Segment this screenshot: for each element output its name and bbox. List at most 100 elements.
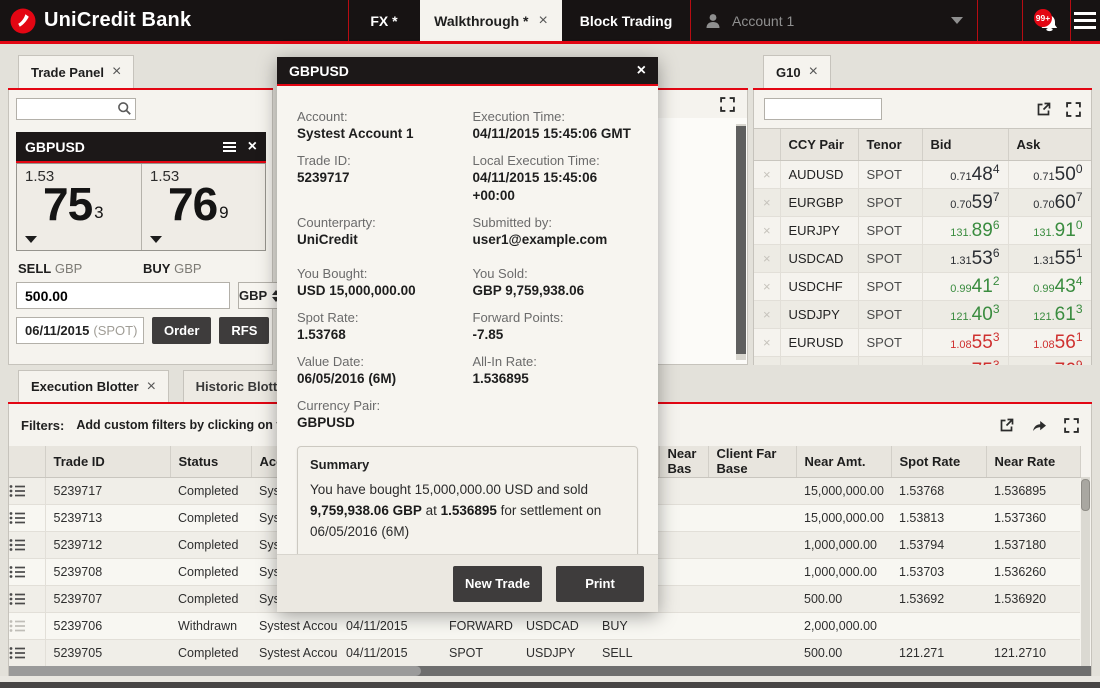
blotter-row[interactable]: 5239706WithdrawnSystest Account04/11/201… (9, 612, 1080, 639)
price-pipette: 4 (993, 162, 1000, 176)
ask-price-cell[interactable]: 0.71500 (1008, 160, 1091, 188)
column-header[interactable]: Near Amt. (796, 446, 891, 477)
trade-type-cell: SPOT (441, 639, 518, 666)
close-icon[interactable]: × (637, 63, 646, 79)
remove-pair-icon[interactable]: × (754, 356, 780, 365)
row-actions-icon[interactable] (9, 585, 45, 612)
new-trade-button[interactable]: New Trade (453, 566, 542, 602)
column-header[interactable]: Trade ID (45, 446, 170, 477)
column-header[interactable]: Spot Rate (891, 446, 986, 477)
row-actions-icon[interactable] (9, 531, 45, 558)
column-header[interactable]: Client Far Base (708, 446, 796, 477)
close-icon[interactable]: × (112, 64, 121, 80)
print-button[interactable]: Print (556, 566, 644, 602)
scrollbar-thumb[interactable] (736, 126, 746, 354)
row-actions-icon[interactable] (9, 504, 45, 531)
tab-walkthrough[interactable]: Walkthrough * × (420, 0, 562, 41)
status-cell: Completed (170, 558, 251, 585)
tab-trade-panel[interactable]: Trade Panel × (18, 55, 134, 88)
column-header[interactable]: Near Bas (659, 446, 708, 477)
column-header[interactable]: Tenor (858, 129, 922, 160)
trade-id-cell: 5239705 (45, 639, 170, 666)
fullscreen-icon[interactable] (1064, 418, 1079, 433)
ask-price-cell[interactable]: 0.99434 (1008, 272, 1091, 300)
tab-block-trading[interactable]: Block Trading (562, 0, 690, 41)
fullscreen-icon[interactable] (1066, 102, 1081, 117)
remove-pair-icon[interactable]: × (754, 328, 780, 356)
close-icon[interactable]: × (248, 139, 257, 155)
column-header[interactable] (9, 446, 45, 477)
column-header[interactable]: Bid (922, 129, 1008, 160)
status-cell: Completed (170, 477, 251, 504)
horizontal-scrollbar[interactable] (9, 666, 1091, 676)
close-icon[interactable]: × (539, 13, 548, 29)
bid-price-cell[interactable]: 0.71484 (922, 160, 1008, 188)
tab-fx[interactable]: FX * (349, 0, 419, 41)
close-icon[interactable]: × (809, 64, 818, 80)
account-selector[interactable]: Account 1 (690, 0, 977, 41)
column-header[interactable]: Ask (1008, 129, 1091, 160)
remove-pair-icon[interactable]: × (754, 216, 780, 244)
column-header[interactable]: CCY Pair (780, 129, 858, 160)
buy-price-tile[interactable]: 1.53 76 9 (141, 164, 265, 250)
vertical-scrollbar[interactable] (736, 124, 746, 360)
amount-input[interactable] (16, 282, 230, 309)
remove-pair-icon[interactable]: × (754, 272, 780, 300)
ask-price-cell[interactable]: 1.08561 (1008, 328, 1091, 356)
bid-price-cell[interactable]: 121.403 (922, 300, 1008, 328)
field-value: 04/11/2015 15:45:06 GMT (473, 125, 639, 143)
blotter-row[interactable]: 5239705CompletedSystest Account04/11/201… (9, 639, 1080, 666)
tab-g10[interactable]: G10 × (763, 55, 831, 88)
remove-pair-icon[interactable]: × (754, 188, 780, 216)
row-actions-icon[interactable] (9, 477, 45, 504)
order-button[interactable]: Order (152, 317, 211, 344)
ask-price-cell[interactable]: 0.70607 (1008, 188, 1091, 216)
scrollbar-thumb[interactable] (9, 666, 421, 676)
scrollbar-thumb[interactable] (1081, 479, 1090, 511)
remove-pair-icon[interactable]: × (754, 300, 780, 328)
column-header[interactable]: Status (170, 446, 251, 477)
vertical-scrollbar[interactable] (1081, 477, 1090, 666)
price-prefix: 131. (950, 227, 971, 239)
bid-price-cell[interactable]: 0.70597 (922, 188, 1008, 216)
row-actions-icon[interactable] (9, 558, 45, 585)
sell-price-tile[interactable]: 1.53 75 3 (17, 164, 141, 250)
bid-price-cell[interactable]: 1.53753 (922, 356, 1008, 365)
widget-menu-icon[interactable] (223, 142, 236, 152)
g10-row[interactable]: ×USDCHFSPOT0.994120.99434 (754, 272, 1091, 300)
value-date-input[interactable]: 06/11/2015 (SPOT) (16, 317, 144, 344)
remove-pair-icon[interactable]: × (754, 160, 780, 188)
popout-icon[interactable] (1036, 101, 1052, 117)
popout-icon[interactable] (999, 417, 1015, 433)
row-actions-icon[interactable] (9, 639, 45, 666)
g10-filter-input[interactable] (764, 98, 882, 120)
currency-select[interactable]: GBP (238, 282, 281, 309)
g10-row[interactable]: ×EURUSDSPOT1.085531.08561 (754, 328, 1091, 356)
notifications-button[interactable]: 99+ (1022, 0, 1070, 41)
share-icon[interactable] (1031, 418, 1048, 433)
field-value: user1@example.com (473, 231, 639, 249)
bid-price-cell[interactable]: 131.896 (922, 216, 1008, 244)
g10-row[interactable]: ×EURJPYSPOT131.896131.910 (754, 216, 1091, 244)
column-header[interactable]: Near Rate (986, 446, 1080, 477)
ask-price-cell[interactable]: 1.31551 (1008, 244, 1091, 272)
remove-pair-icon[interactable]: × (754, 244, 780, 272)
g10-row[interactable]: ×EURGBPSPOT0.705970.70607 (754, 188, 1091, 216)
ask-price-cell[interactable]: 1.53769 (1008, 356, 1091, 365)
bid-price-cell[interactable]: 1.08553 (922, 328, 1008, 356)
near-base-cell (659, 612, 708, 639)
g10-row[interactable]: ×USDJPYSPOT121.403121.613 (754, 300, 1091, 328)
g10-row[interactable]: ×USDCADSPOT1.315361.31551 (754, 244, 1091, 272)
rfs-button[interactable]: RFS (219, 317, 269, 344)
menu-button[interactable] (1070, 0, 1100, 41)
g10-row[interactable]: ×AUDUSDSPOT0.714840.71500 (754, 160, 1091, 188)
ask-price-cell[interactable]: 121.613 (1008, 300, 1091, 328)
tab-execution-blotter[interactable]: Execution Blotter × (18, 370, 169, 402)
ask-price-cell[interactable]: 131.910 (1008, 216, 1091, 244)
bid-price-cell[interactable]: 1.31536 (922, 244, 1008, 272)
g10-row[interactable]: ×GBPUSDSPOT1.537531.53769 (754, 356, 1091, 365)
row-actions-icon[interactable] (9, 612, 45, 639)
bid-price-cell[interactable]: 0.99412 (922, 272, 1008, 300)
close-icon[interactable]: × (147, 379, 156, 395)
fullscreen-icon[interactable] (720, 97, 735, 112)
